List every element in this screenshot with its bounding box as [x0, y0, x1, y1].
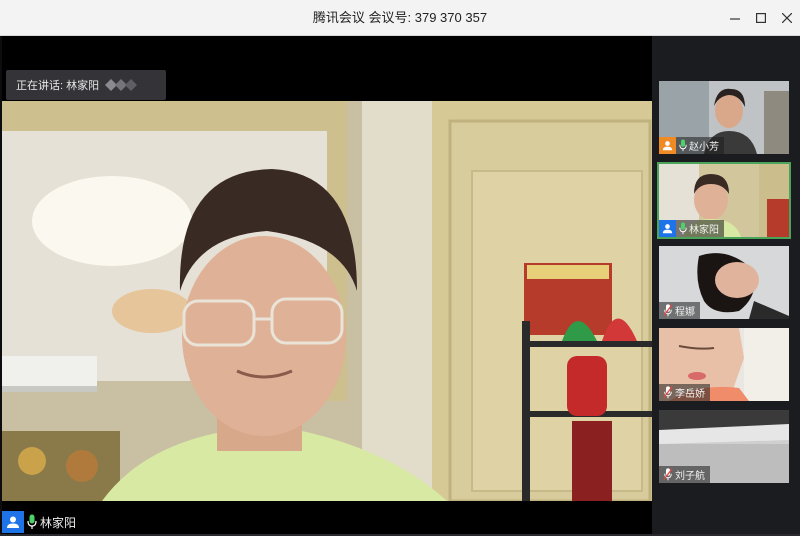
user-icon: [662, 224, 673, 234]
participant-name: 刘子航: [675, 471, 705, 482]
close-button[interactable]: [772, 0, 800, 36]
user-icon-badge: [659, 220, 676, 237]
user-icon-badge: [659, 137, 676, 154]
participant-tile[interactable]: 李岳娇: [659, 328, 789, 401]
participant-label: 刘子航: [659, 466, 710, 483]
participant-label: 赵小芳: [659, 137, 724, 154]
microphone-on-icon: [679, 222, 687, 235]
main-video-username: 林家阳: [40, 515, 77, 530]
speaker-video-frame: [2, 101, 652, 501]
microphone-muted-icon: [663, 386, 673, 399]
maximize-icon: [756, 13, 766, 23]
microphone-muted-icon: [663, 468, 673, 481]
voice-wave-icon: [105, 79, 138, 91]
participant-name: 李岳娇: [675, 389, 705, 400]
main-video-name-bar: 林家阳: [2, 510, 76, 534]
window-title: 腾讯会议 会议号: 379 370 357: [312, 10, 488, 25]
participant-name: 林家阳: [689, 225, 719, 236]
microphone-on-icon: [679, 139, 687, 152]
speaking-text: 正在讲话: 林家阳: [16, 80, 100, 92]
speaker-video: [2, 101, 652, 501]
participant-tile[interactable]: 赵小芳: [659, 81, 789, 154]
main-video-area: 正在讲话: 林家阳 林家阳: [2, 36, 652, 534]
minimize-icon: [730, 18, 740, 20]
participant-name: 赵小芳: [689, 142, 719, 153]
microphone-on-icon: [27, 514, 37, 529]
close-icon: [782, 13, 792, 23]
participant-tile-active[interactable]: 林家阳: [657, 162, 791, 239]
participant-name: 程娜: [675, 307, 695, 318]
speaking-indicator: 正在讲话: 林家阳: [6, 70, 166, 100]
participant-tile[interactable]: 程娜: [659, 246, 789, 319]
user-icon: [662, 141, 673, 151]
user-icon-badge: [2, 511, 24, 533]
user-icon: [7, 516, 19, 528]
title-bar: 腾讯会议 会议号: 379 370 357: [0, 0, 800, 36]
participant-label: 李岳娇: [659, 384, 710, 401]
participant-label: 林家阳: [659, 220, 724, 237]
participant-tile[interactable]: 刘子航: [659, 410, 789, 483]
participant-sidebar: 赵小芳 林家阳 程娜 李岳娇 刘子航: [652, 36, 800, 536]
participant-label: 程娜: [659, 302, 700, 319]
microphone-muted-icon: [663, 304, 673, 317]
